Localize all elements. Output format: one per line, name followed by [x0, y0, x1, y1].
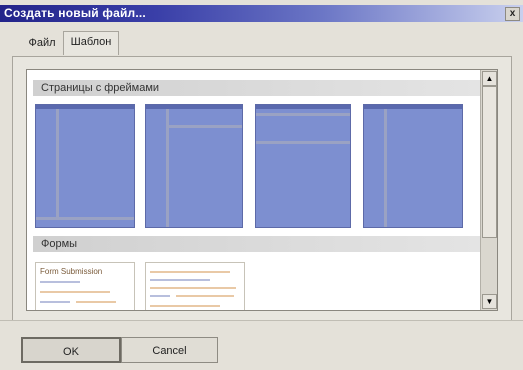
form-line	[176, 295, 234, 297]
tab-template[interactable]: Шаблон	[63, 31, 119, 55]
form-line	[150, 305, 220, 307]
frame-divider	[256, 141, 350, 144]
tab-file[interactable]: Файл	[22, 33, 62, 53]
form-line	[150, 271, 230, 273]
frame-divider	[384, 109, 387, 227]
form-line	[76, 301, 116, 303]
thumb-top-bar	[146, 105, 242, 109]
section-header-forms: Формы	[33, 236, 483, 252]
form-template-submission[interactable]: Form Submission	[35, 262, 135, 310]
scroll-down-button[interactable]: ▼	[482, 294, 497, 309]
frame-divider	[36, 217, 134, 220]
dialog-title: Создать новый файл...	[4, 6, 146, 20]
section-header-frames: Страницы с фреймами	[33, 80, 483, 96]
thumb-top-bar	[364, 105, 462, 109]
frame-template-vertical-split[interactable]	[363, 104, 463, 228]
ok-button[interactable]: OK	[21, 337, 121, 363]
close-button[interactable]: x	[505, 7, 520, 21]
frame-divider	[166, 125, 242, 128]
frame-template-header-footer[interactable]	[255, 104, 351, 228]
new-file-dialog: Создать новый файл... x Файл Шаблон Стра…	[0, 0, 523, 370]
cancel-button[interactable]: Cancel	[121, 337, 218, 363]
form-line	[40, 281, 80, 283]
scroll-up-button[interactable]: ▲	[482, 71, 497, 86]
vertical-scrollbar[interactable]: ▲ ▼	[480, 70, 497, 310]
form-line	[40, 291, 110, 293]
form-line	[150, 279, 210, 281]
form-template-label: Form Submission	[40, 267, 103, 276]
template-list[interactable]: Страницы с фреймами Формы Form Submissio…	[26, 69, 498, 311]
frame-template-banner-contents[interactable]	[145, 104, 243, 228]
separator	[0, 320, 523, 321]
close-icon: x	[509, 8, 516, 19]
frame-divider	[256, 113, 350, 116]
form-template-feedback[interactable]	[145, 262, 245, 310]
form-line	[40, 301, 70, 303]
arrow-down-icon: ▼	[485, 297, 494, 306]
title-bar[interactable]: Создать новый файл... x	[0, 5, 523, 22]
form-line	[150, 295, 170, 297]
arrow-up-icon: ▲	[485, 74, 494, 83]
frame-divider	[56, 109, 59, 217]
frame-template-left-nav[interactable]	[35, 104, 135, 228]
scroll-thumb[interactable]	[482, 86, 497, 238]
thumb-top-bar	[36, 105, 134, 109]
form-line	[150, 287, 236, 289]
thumb-top-bar	[256, 105, 350, 109]
